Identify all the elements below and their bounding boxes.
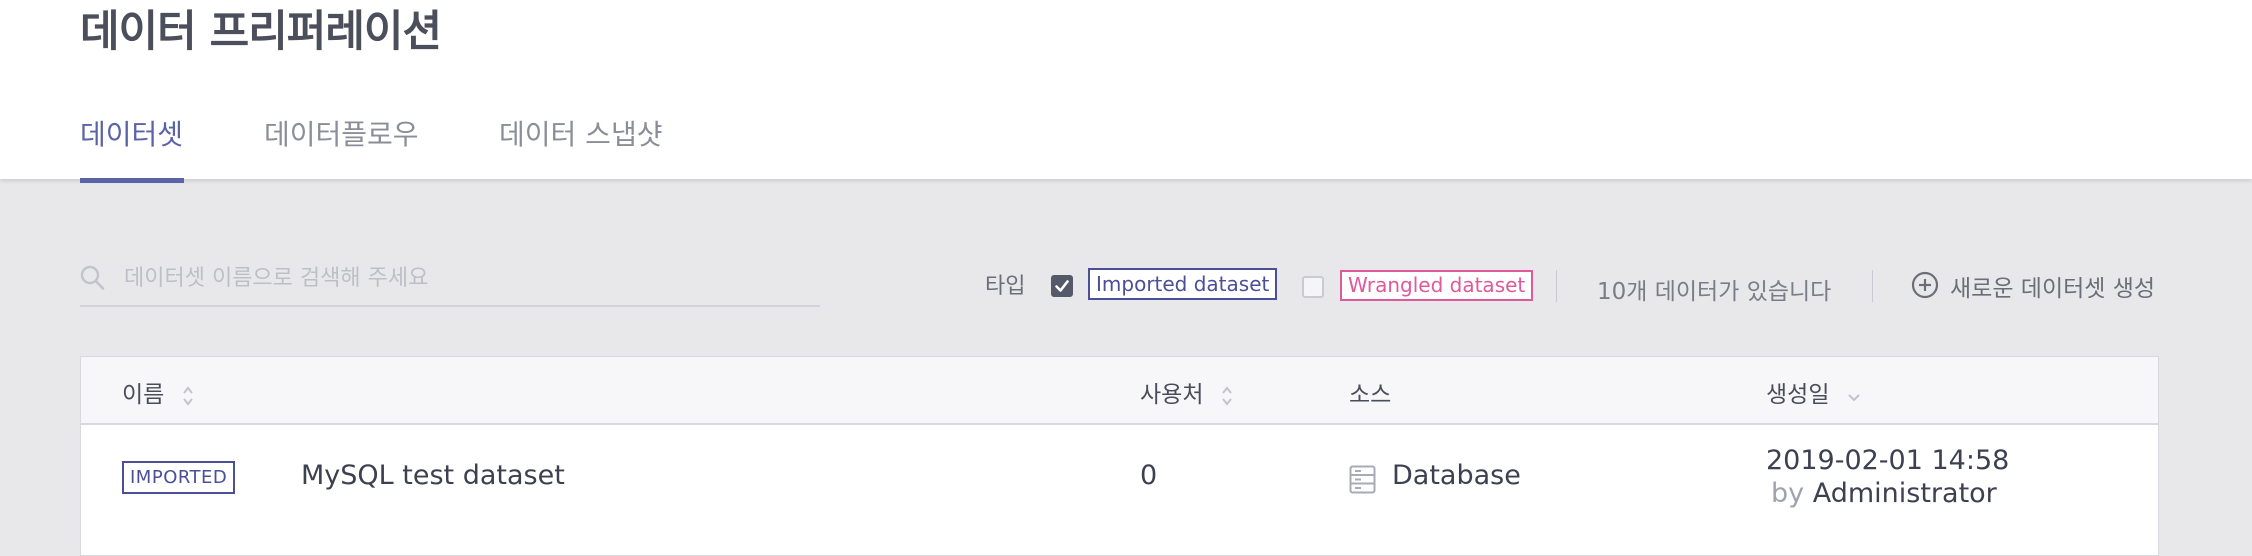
- wrangled-dataset-filter-tag[interactable]: Wrangled dataset: [1340, 270, 1534, 301]
- column-header-source: 소스: [1349, 375, 1391, 409]
- sort-icon: [182, 385, 193, 406]
- page-header: 데이터 프리퍼레이션 데이터셋 데이터플로우 데이터 스냅샷: [0, 0, 2252, 183]
- sort-descending-icon: [1848, 393, 1860, 401]
- plus-circle-icon: [1911, 271, 1939, 299]
- dataset-count: 10개 데이터가 있습니다: [1597, 279, 1832, 305]
- tab-dataflows[interactable]: 데이터플로우: [264, 110, 419, 160]
- by-label: by: [1771, 478, 1805, 509]
- dataset-usage: 0: [1140, 460, 1158, 491]
- column-header-usage[interactable]: 사용처: [1140, 375, 1233, 409]
- column-header-label: 소스: [1349, 382, 1392, 408]
- column-header-created[interactable]: 생성일: [1766, 375, 1861, 409]
- imported-dataset-filter-tag[interactable]: Imported dataset: [1088, 268, 1278, 300]
- page-title: 데이터 프리퍼레이션: [80, 7, 442, 57]
- check-icon: [1055, 280, 1069, 292]
- dataset-name[interactable]: MySQL test dataset: [301, 460, 565, 491]
- imported-dataset-checkbox[interactable]: [1051, 275, 1073, 297]
- dataset-source: Database: [1392, 460, 1521, 491]
- active-tab-indicator: [80, 178, 184, 183]
- wrangled-dataset-checkbox[interactable]: [1302, 276, 1324, 298]
- imported-badge: IMPORTED: [122, 461, 236, 494]
- search-input[interactable]: [124, 259, 804, 297]
- column-header-label: 사용처: [1140, 382, 1204, 408]
- column-header-label: 생성일: [1766, 382, 1830, 408]
- search-box: [80, 255, 820, 307]
- toolbar-divider: [1556, 270, 1557, 302]
- column-header-label: 이름: [122, 382, 165, 408]
- tab-data-snapshots[interactable]: 데이터 스냅샷: [499, 110, 662, 160]
- type-filter-label: 타입: [985, 274, 1026, 299]
- search-icon: [80, 265, 105, 290]
- table-header: 이름 사용처 소스 생성일: [81, 357, 2158, 425]
- toolbar-divider: [1872, 270, 1873, 302]
- created-date: 2019-02-01 14:58: [1766, 445, 2010, 476]
- tab-datasets[interactable]: 데이터셋: [80, 110, 183, 160]
- column-header-name[interactable]: 이름: [122, 375, 194, 409]
- database-icon: [1349, 465, 1376, 494]
- new-dataset-label: 새로운 데이터셋 생성: [1950, 276, 2156, 302]
- created-by: by Administrator: [1771, 478, 1997, 509]
- sort-icon: [1222, 385, 1232, 406]
- dataset-table: 이름 사용처 소스 생성일 IMPORTED MySQL test datase…: [80, 356, 2159, 556]
- created-by-user: Administrator: [1812, 478, 1997, 509]
